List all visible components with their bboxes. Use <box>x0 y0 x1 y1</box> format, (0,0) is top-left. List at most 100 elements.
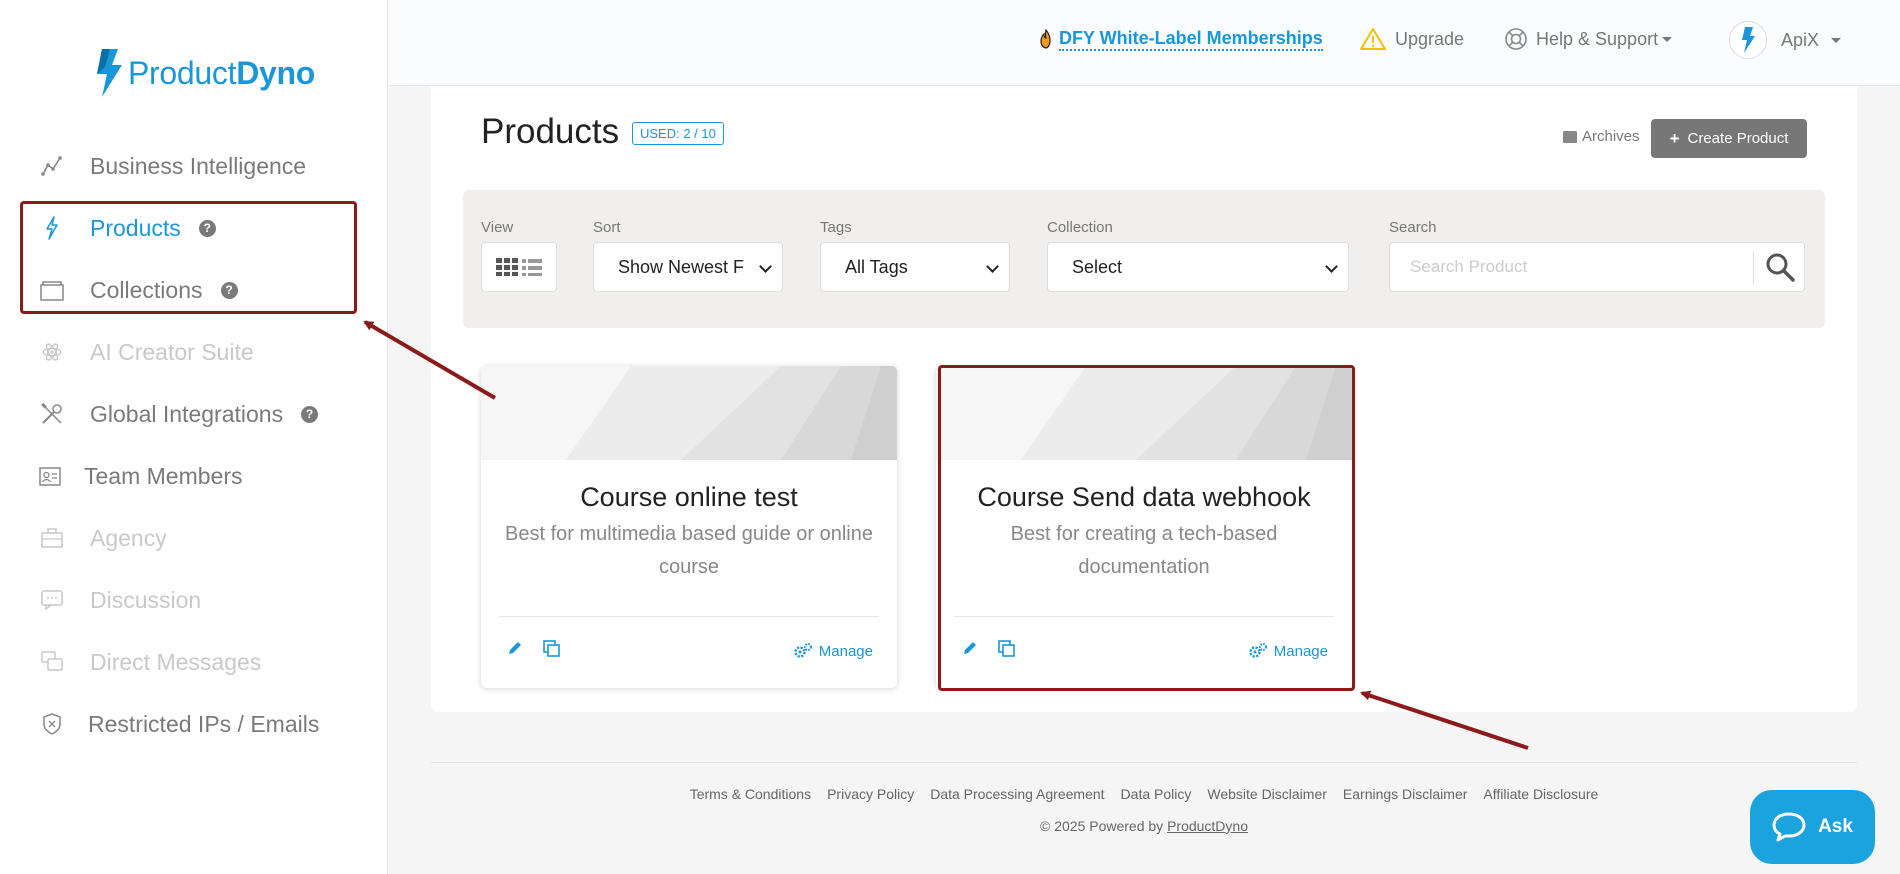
footer-link[interactable]: Website Disclaimer <box>1207 786 1327 802</box>
brand-logo[interactable]: ProductDyno <box>94 46 315 100</box>
help-question-icon[interactable]: ? <box>220 281 238 299</box>
chevron-down-icon <box>986 260 999 273</box>
main-panel: Products USED: 2 / 10 Archives + Create … <box>431 86 1857 712</box>
pencil-icon <box>509 642 521 654</box>
sidebar-nav: Business Intelligence Products ? Collect… <box>0 135 388 755</box>
sidebar-item-restricted-ips[interactable]: Restricted IPs / Emails <box>0 693 388 755</box>
search-button[interactable] <box>1754 243 1806 291</box>
sidebar-item-collections[interactable]: Collections ? <box>0 259 388 321</box>
search-input[interactable] <box>1390 243 1752 291</box>
sidebar-item-ai-creator-suite[interactable]: AI Creator Suite <box>0 321 388 383</box>
pencil-icon <box>964 642 976 654</box>
top-bar: DFY White-Label Memberships Upgrade Help… <box>389 0 1900 86</box>
sidebar-item-label: Global Integrations <box>90 400 284 427</box>
sidebar-item-label: Products <box>90 214 181 241</box>
bolt-logo-icon <box>97 49 122 97</box>
bolt-avatar-icon <box>1742 27 1755 53</box>
manage-button[interactable]: Manage <box>1248 642 1328 660</box>
archives-link[interactable]: Archives <box>1563 128 1640 145</box>
footer-link[interactable]: Affiliate Disclosure <box>1483 786 1598 802</box>
sidebar-item-team-members[interactable]: Team Members <box>0 445 388 507</box>
user-menu[interactable]: ApiX <box>1729 20 1842 60</box>
sort-select[interactable]: Show Newest F <box>593 242 783 292</box>
duplicate-button[interactable] <box>543 640 561 658</box>
chat-bubble-icon <box>1772 812 1806 842</box>
sidebar-item-label: Collections <box>90 276 203 303</box>
sidebar-item-discussion[interactable]: Discussion <box>0 569 388 631</box>
sidebar-item-label: Agency <box>90 524 167 551</box>
sidebar-item-label: Business Intelligence <box>90 152 307 179</box>
footer-brand-link[interactable]: ProductDyno <box>1167 818 1248 834</box>
gears-icon <box>1249 643 1267 658</box>
tags-label: Tags <box>820 219 852 236</box>
help-question-icon[interactable]: ? <box>198 219 216 237</box>
usage-badge: USED: 2 / 10 <box>632 122 724 145</box>
search-box <box>1389 242 1805 292</box>
sidebar-item-label: Restricted IPs / Emails <box>88 710 320 737</box>
footer-link[interactable]: Data Policy <box>1121 786 1192 802</box>
collection-select[interactable]: Select <box>1047 242 1349 292</box>
collection-label: Collection <box>1047 219 1113 236</box>
sidebar-item-label: Team Members <box>84 462 243 489</box>
chevron-down-icon <box>759 260 772 273</box>
tags-select[interactable]: All Tags <box>820 242 1010 292</box>
messages-icon <box>40 650 64 674</box>
chevron-down-icon <box>1831 37 1842 43</box>
sidebar-item-products[interactable]: Products ? <box>0 197 388 259</box>
gears-icon <box>794 643 812 658</box>
copyright: © 2025 Powered by ProductDyno <box>1040 818 1248 834</box>
id-card-icon <box>38 464 62 488</box>
plus-icon: + <box>1669 128 1680 148</box>
card-title: Course Send data webhook <box>977 482 1311 512</box>
ask-chat-button[interactable]: Ask <box>1750 790 1875 864</box>
fire-icon <box>1040 29 1051 49</box>
footer-link[interactable]: Privacy Policy <box>827 786 914 802</box>
card-banner-image <box>481 366 897 460</box>
card-banner-image <box>936 366 1352 460</box>
copy-icon <box>543 640 560 657</box>
product-card[interactable]: Course Send data webhook Best for creati… <box>936 366 1352 688</box>
sidebar-item-label: Discussion <box>90 586 202 613</box>
card-description: Best for creating a tech-based documenta… <box>1010 523 1278 578</box>
view-label: View <box>481 219 514 236</box>
duplicate-button[interactable] <box>998 640 1016 658</box>
sidebar: ProductDyno Business Intelligence Produc… <box>0 0 388 874</box>
brand-name: ProductDyno <box>128 54 315 91</box>
upgrade-link[interactable]: Upgrade <box>1359 26 1464 52</box>
footer-links: Terms & Conditions Privacy Policy Data P… <box>431 786 1857 802</box>
create-product-button[interactable]: + Create Product <box>1651 119 1807 158</box>
page-title: Products <box>481 112 620 151</box>
edit-button[interactable] <box>507 640 523 656</box>
shield-icon <box>40 712 64 736</box>
warning-icon <box>1360 28 1386 50</box>
sidebar-item-direct-messages[interactable]: Direct Messages <box>0 631 388 693</box>
archive-icon <box>1563 130 1577 143</box>
sidebar-item-agency[interactable]: Agency <box>0 507 388 569</box>
divider <box>954 616 1334 617</box>
card-title: Course online test <box>580 482 798 512</box>
sidebar-item-label: AI Creator Suite <box>90 338 254 365</box>
atom-icon <box>40 340 64 364</box>
footer-link[interactable]: Earnings Disclaimer <box>1343 786 1467 802</box>
view-toggle[interactable] <box>481 242 557 292</box>
sidebar-item-label: Direct Messages <box>90 648 262 675</box>
product-card[interactable]: Course online test Best for multimedia b… <box>481 366 897 688</box>
bolt-icon <box>40 216 64 240</box>
footer-link[interactable]: Terms & Conditions <box>690 786 811 802</box>
sidebar-item-global-integrations[interactable]: Global Integrations ? <box>0 383 388 445</box>
folder-icon <box>40 278 64 302</box>
help-question-icon[interactable]: ? <box>301 405 319 423</box>
manage-button[interactable]: Manage <box>793 642 873 660</box>
lifebuoy-icon <box>1505 28 1527 50</box>
filter-bar: View Sort Show Newest F Tags All Tags Co… <box>463 190 1825 328</box>
footer-link[interactable]: Data Processing Agreement <box>930 786 1104 802</box>
chevron-down-icon <box>1325 260 1338 273</box>
edit-button[interactable] <box>962 640 978 656</box>
footer-divider <box>431 762 1857 763</box>
tools-icon <box>40 402 64 426</box>
help-support-menu[interactable]: Help & Support <box>1504 26 1673 52</box>
sidebar-item-business-intelligence[interactable]: Business Intelligence <box>0 135 388 197</box>
search-label: Search <box>1389 219 1437 236</box>
search-icon <box>1766 253 1795 282</box>
dfy-memberships-link[interactable]: DFY White-Label Memberships <box>1039 26 1323 52</box>
